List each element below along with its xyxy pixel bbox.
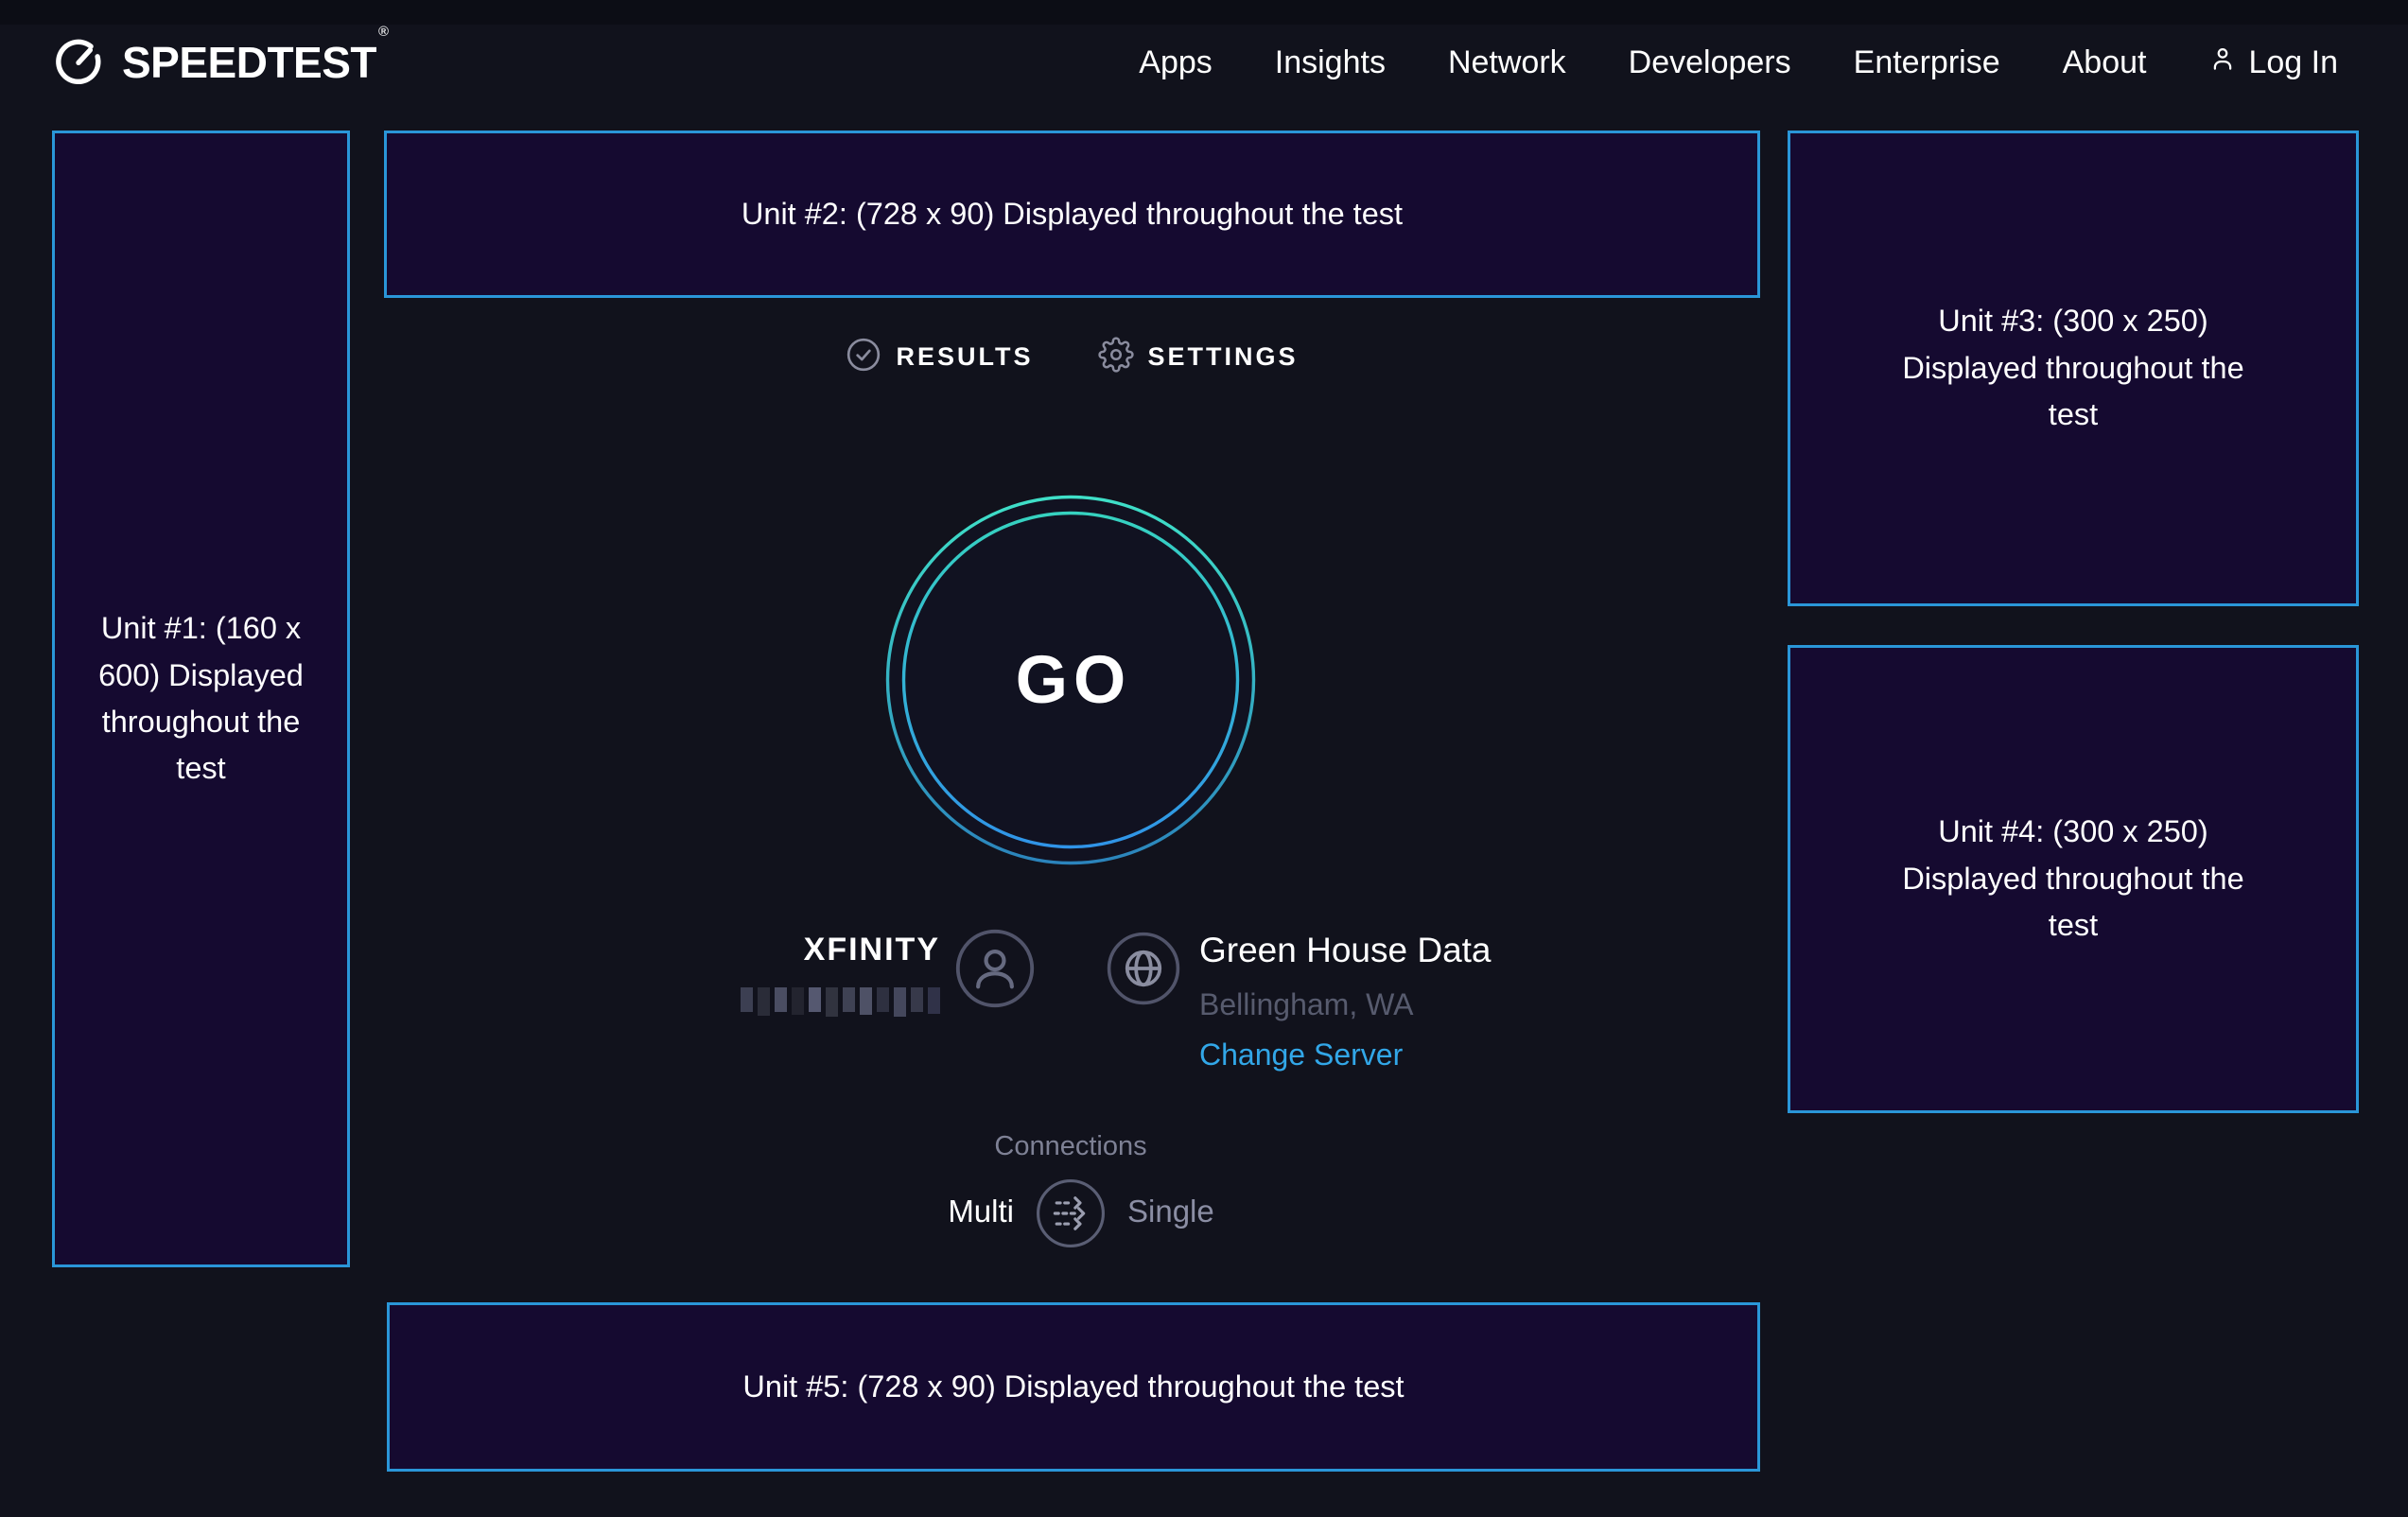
server-name: Green House Data	[1199, 931, 1492, 970]
tab-results[interactable]: RESULTS	[846, 337, 1033, 377]
go-button[interactable]: GO	[883, 493, 1258, 867]
nav-item-developers[interactable]: Developers	[1629, 44, 1791, 81]
tab-settings[interactable]: SETTINGS	[1098, 337, 1299, 377]
speedtest-logo[interactable]: SPEEDTEST®	[52, 34, 387, 92]
nav-item-about[interactable]: About	[2063, 44, 2147, 81]
tab-results-label: RESULTS	[896, 342, 1033, 372]
isp-ip-redacted	[741, 987, 940, 1018]
login-button[interactable]: Log In	[2208, 44, 2338, 81]
ad-unit-4-rectangle[interactable]: Unit #4: (300 x 250) Displayed throughou…	[1788, 645, 2359, 1113]
ad-unit-3-rectangle[interactable]: Unit #3: (300 x 250) Displayed throughou…	[1788, 131, 2359, 606]
nav-item-enterprise[interactable]: Enterprise	[1854, 44, 2000, 81]
ad-unit-3-text: Unit #3: (300 x 250) Displayed throughou…	[1889, 298, 2258, 438]
main-nav: Apps Insights Network Developers Enterpr…	[1139, 44, 2338, 81]
ad-unit-1-skyscraper[interactable]: Unit #1: (160 x 600) Displayed throughou…	[52, 131, 350, 1267]
go-label: GO	[883, 493, 1258, 867]
top-nav-bar: SPEEDTEST® Apps Insights Network Develop…	[0, 0, 2408, 125]
speedometer-icon	[52, 34, 105, 92]
nav-item-network[interactable]: Network	[1448, 44, 1566, 81]
results-settings-tabs: RESULTS SETTINGS	[384, 337, 1760, 377]
ad-unit-1-text: Unit #1: (160 x 600) Displayed throughou…	[90, 605, 312, 793]
nav-item-insights[interactable]: Insights	[1275, 44, 1386, 81]
connections-single-option[interactable]: Single	[1127, 1194, 1214, 1229]
isp-user-icon	[955, 929, 1035, 1013]
ad-unit-2-text: Unit #2: (728 x 90) Displayed throughout…	[742, 191, 1403, 237]
tab-settings-label: SETTINGS	[1148, 342, 1299, 372]
connections-multi-option[interactable]: Multi	[948, 1194, 1014, 1229]
connections-label: Connections	[994, 1131, 1146, 1162]
ad-unit-2-leaderboard[interactable]: Unit #2: (728 x 90) Displayed throughout…	[384, 131, 1760, 298]
ad-unit-5-leaderboard[interactable]: Unit #5: (728 x 90) Displayed throughout…	[387, 1302, 1760, 1472]
ad-unit-5-text: Unit #5: (728 x 90) Displayed throughout…	[742, 1364, 1404, 1410]
isp-name: XFINITY	[804, 932, 940, 968]
logo-wordmark: SPEEDTEST®	[122, 37, 387, 88]
gear-icon	[1098, 337, 1134, 377]
check-circle-icon	[846, 337, 881, 377]
change-server-link[interactable]: Change Server	[1199, 1037, 1403, 1072]
server-location: Bellingham, WA	[1199, 987, 1413, 1022]
connections-toggle-icon[interactable]	[1036, 1178, 1106, 1253]
server-globe-icon	[1107, 932, 1180, 1010]
nav-item-apps[interactable]: Apps	[1139, 44, 1213, 81]
trademark-symbol: ®	[378, 24, 389, 40]
ad-unit-4-text: Unit #4: (300 x 250) Displayed throughou…	[1889, 809, 2258, 949]
login-label: Log In	[2248, 44, 2338, 81]
user-icon	[2208, 44, 2237, 81]
